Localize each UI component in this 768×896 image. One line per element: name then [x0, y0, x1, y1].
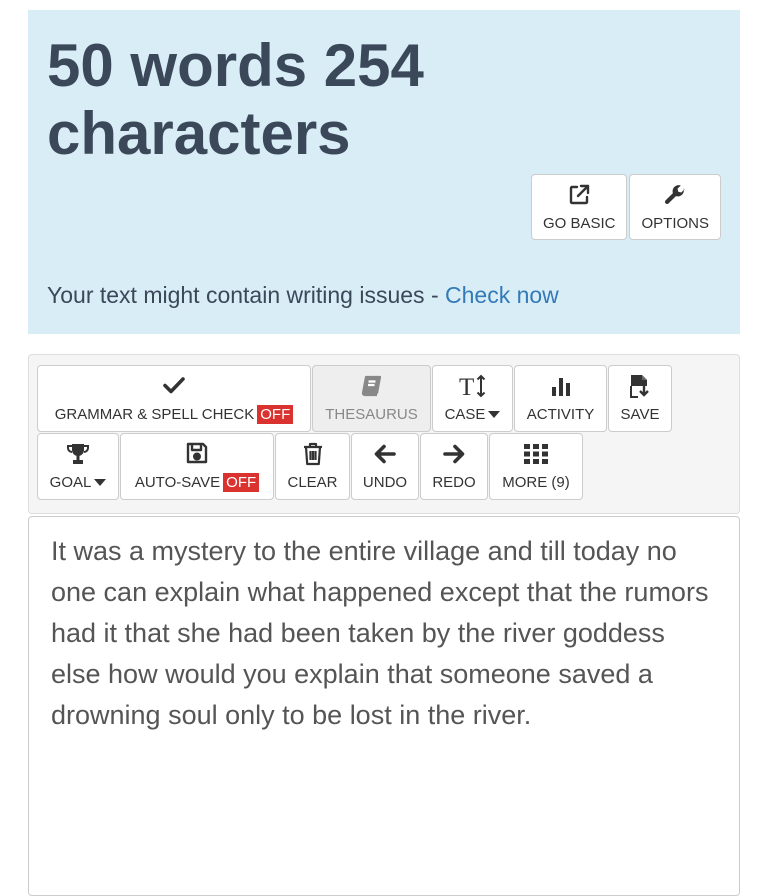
- file-download-icon: [629, 374, 651, 398]
- redo-button[interactable]: REDO: [420, 433, 488, 500]
- auto-save-label: AUTO-SAVE: [134, 474, 221, 491]
- wrench-icon: [663, 183, 687, 207]
- activity-button[interactable]: ACTIVITY: [514, 365, 607, 432]
- grammar-label: GRAMMAR & SPELL CHECK: [54, 406, 255, 423]
- save-button[interactable]: SAVE: [608, 365, 672, 432]
- more-button[interactable]: MORE (9): [489, 433, 583, 500]
- toolbar-row-1: GRAMMAR & SPELL CHECK OFF THESAURUS T CA…: [37, 365, 672, 432]
- arrow-right-icon: [442, 442, 466, 466]
- options-label: OPTIONS: [641, 214, 709, 232]
- stats-panel: 50 words 254 characters GO BASIC OPTIONS…: [28, 10, 740, 334]
- save-label: SAVE: [620, 406, 660, 423]
- case-dropdown-button[interactable]: T CASE: [432, 365, 513, 432]
- word-count-title: 50 words 254 characters: [47, 32, 424, 167]
- goal-label: GOAL: [49, 474, 92, 491]
- go-basic-button[interactable]: GO BASIC: [530, 174, 628, 240]
- options-button[interactable]: OPTIONS: [629, 174, 721, 240]
- text-height-icon: T: [458, 374, 488, 399]
- grammar-label-wrap: GRAMMAR & SPELL CHECK OFF: [55, 405, 294, 424]
- check-now-link[interactable]: Check now: [445, 282, 559, 308]
- auto-save-label-wrap: AUTO-SAVE OFF: [134, 473, 260, 492]
- text-editor[interactable]: It was a mystery to the entire village a…: [28, 516, 740, 896]
- floppy-disk-icon: [185, 441, 209, 465]
- grammar-spell-check-button[interactable]: GRAMMAR & SPELL CHECK OFF: [37, 365, 311, 432]
- external-link-icon: [567, 183, 591, 207]
- arrow-left-icon: [373, 442, 397, 466]
- svg-text:T: T: [459, 374, 474, 399]
- activity-label: ACTIVITY: [526, 406, 595, 423]
- case-label-wrap: CASE: [445, 406, 501, 423]
- goal-dropdown-button[interactable]: GOAL: [37, 433, 119, 500]
- caret-down-icon: [488, 411, 501, 418]
- auto-save-button[interactable]: AUTO-SAVE OFF: [120, 433, 274, 500]
- thesaurus-button[interactable]: THESAURUS: [312, 365, 431, 432]
- go-basic-label: GO BASIC: [542, 214, 616, 232]
- grammar-off-badge: OFF: [257, 405, 294, 424]
- case-label: CASE: [444, 406, 486, 423]
- trophy-icon: [66, 442, 90, 466]
- editor-toolbar: GRAMMAR & SPELL CHECK OFF THESAURUS T CA…: [28, 354, 740, 514]
- writing-issues-notice: Your text might contain writing issues -…: [47, 282, 559, 309]
- clear-button[interactable]: CLEAR: [275, 433, 350, 500]
- checkmark-icon: [162, 373, 186, 397]
- caret-down-icon: [94, 479, 107, 486]
- undo-label: UNDO: [362, 474, 408, 491]
- auto-save-off-badge: OFF: [223, 473, 260, 492]
- toolbar-row-2: GOAL AUTO-SAVE OFF CLEAR UNDO REDO MORE …: [37, 433, 583, 500]
- bar-chart-icon: [549, 374, 573, 398]
- top-button-group: GO BASIC OPTIONS: [530, 174, 721, 240]
- goal-label-wrap: GOAL: [50, 474, 107, 491]
- issues-text: Your text might contain writing issues -: [47, 282, 445, 308]
- thesaurus-label: THESAURUS: [325, 406, 418, 423]
- undo-button[interactable]: UNDO: [351, 433, 419, 500]
- redo-label: REDO: [432, 474, 476, 491]
- trash-icon: [302, 442, 324, 466]
- book-icon: [360, 374, 384, 398]
- more-label: MORE (9): [502, 474, 570, 491]
- clear-label: CLEAR: [287, 474, 338, 491]
- grid-icon: [523, 442, 549, 466]
